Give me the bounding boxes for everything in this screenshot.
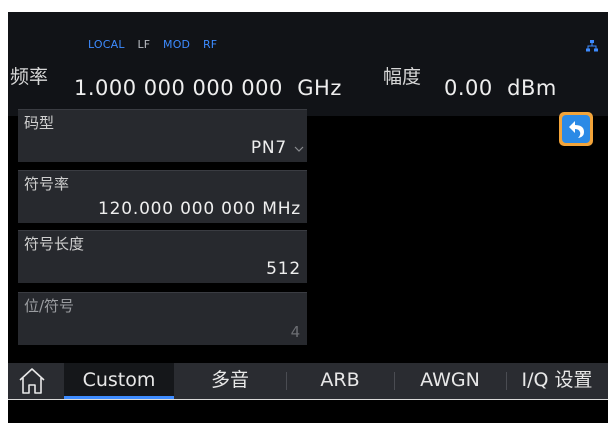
back-button-face (562, 115, 590, 143)
chevron-down-icon (294, 146, 304, 152)
frequency-label: 频率 (10, 66, 49, 88)
back-arrow-icon (569, 121, 584, 138)
amplitude-readout[interactable]: 0.00 dBm (444, 76, 557, 100)
frequency-unit: GHz (297, 76, 342, 100)
amplitude-unit: dBm (507, 76, 557, 100)
tab-awgn[interactable]: AWGN (394, 363, 506, 399)
tab-custom[interactable]: Custom (64, 363, 174, 399)
symbol-length-field[interactable]: 符号长度 512 (18, 230, 307, 283)
frequency-readout[interactable]: 1.000 000 000 000 GHz (74, 76, 342, 100)
lf-flag: LF (137, 38, 151, 51)
home-button[interactable] (8, 363, 62, 399)
instrument-screen: LOCAL LF MOD RF 频率 1.000 000 000 000 GHz… (8, 12, 608, 423)
header-panel: LOCAL LF MOD RF 频率 1.000 000 000 000 GHz… (8, 12, 608, 116)
tab-arb[interactable]: ARB (286, 363, 394, 399)
status-flags: LOCAL LF MOD RF (88, 38, 226, 51)
symbol-rate-label: 符号率 (24, 175, 70, 193)
symbol-rate-field[interactable]: 符号率 120.000 000 000 MHz (18, 170, 307, 223)
mod-flag: MOD (163, 38, 191, 51)
footer-bar (8, 400, 608, 423)
bottom-tab-bar: Custom 多音 ARB AWGN I/Q 设置 (8, 363, 608, 399)
tab-multitone[interactable]: 多音 (174, 363, 286, 399)
amplitude-label: 幅度 (383, 66, 422, 88)
frequency-value: 1.000 000 000 000 (74, 76, 283, 100)
amplitude-value: 0.00 (444, 76, 493, 100)
network-icon (586, 40, 598, 52)
symbol-length-label: 符号长度 (24, 235, 85, 253)
local-flag: LOCAL (88, 38, 125, 51)
bits-per-symbol-value: 4 (290, 323, 301, 341)
tab-iq-settings[interactable]: I/Q 设置 (506, 363, 608, 399)
back-button[interactable] (559, 112, 593, 146)
pattern-label: 码型 (24, 114, 55, 132)
bits-per-symbol-field: 位/符号 4 (18, 292, 307, 345)
symbol-rate-value: 120.000 000 000 MHz (98, 199, 301, 219)
bits-per-symbol-label: 位/符号 (24, 297, 75, 315)
symbol-length-value: 512 (266, 259, 301, 279)
pattern-value: PN7 (250, 138, 287, 158)
home-icon (19, 368, 45, 394)
pattern-select[interactable]: 码型 PN7 (18, 109, 307, 162)
rf-flag: RF (202, 38, 218, 51)
